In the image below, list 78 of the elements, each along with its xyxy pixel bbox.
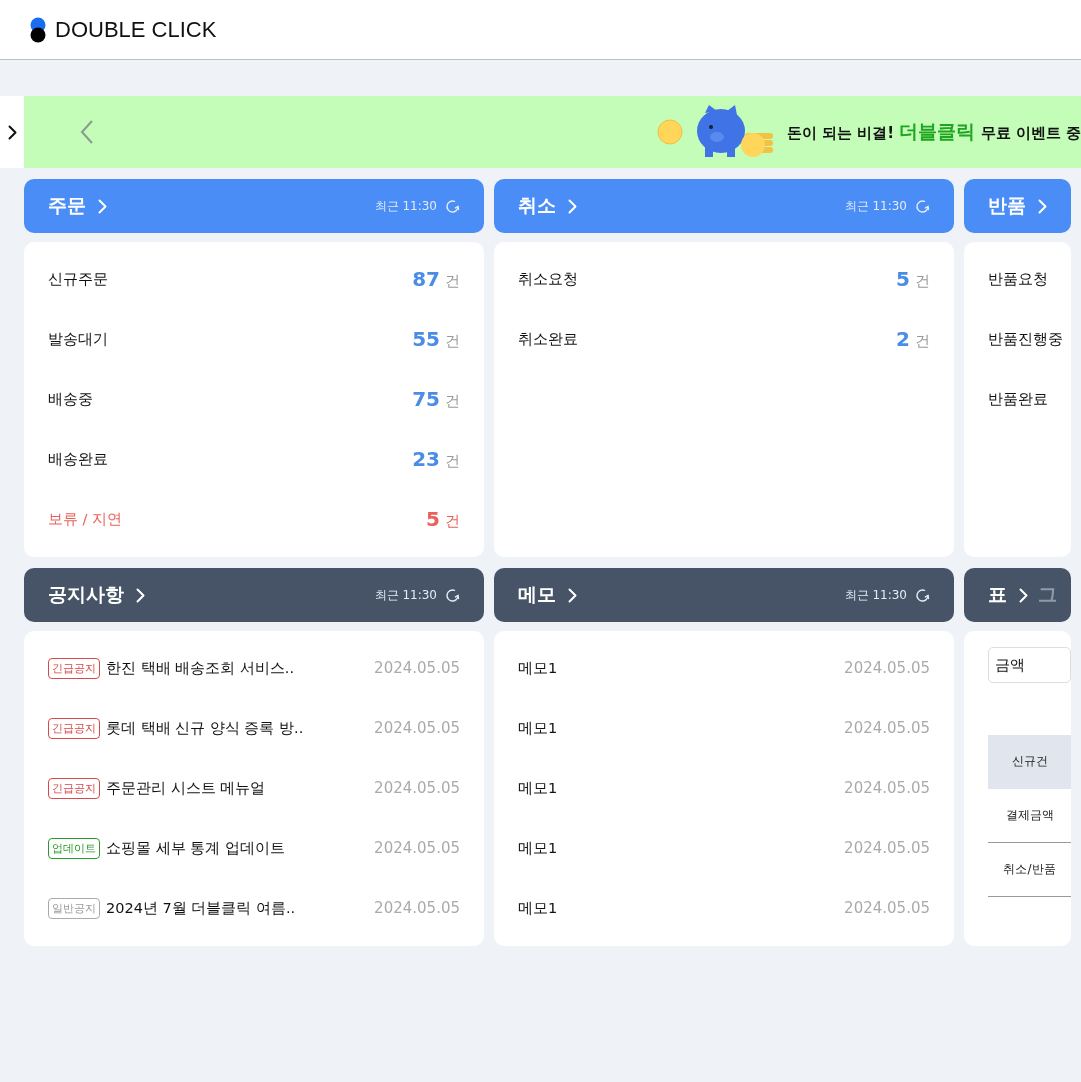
refresh-icon[interactable] (915, 198, 930, 214)
metric-select[interactable]: 금액 (988, 647, 1071, 683)
chevron-right-icon (568, 198, 577, 214)
count-value: 2 (896, 327, 910, 351)
count-value: 75 (412, 387, 440, 411)
refresh-icon[interactable] (445, 587, 460, 603)
count-unit: 건 (445, 512, 460, 531)
memo-title[interactable]: 메모1 (518, 718, 558, 738)
status-label: 반품요청 (988, 269, 1048, 289)
updated-time: 최근 11:30 (844, 197, 907, 215)
chevron-right-icon (7, 124, 17, 140)
status-label: 배송중 (48, 389, 93, 409)
memo-date: 2024.05.05 (844, 779, 930, 797)
status-label: 반품완료 (988, 389, 1048, 409)
notice-date: 2024.05.05 (374, 899, 460, 917)
chevron-right-icon (98, 198, 107, 214)
updated-time: 최근 11:30 (374, 197, 437, 215)
count-value: 87 (412, 267, 440, 291)
count-unit: 건 (445, 392, 460, 411)
memo-title[interactable]: 메모1 (518, 778, 558, 798)
notice-title[interactable]: 롯데 택배 신규 양식 증록 방.. (106, 718, 304, 738)
notice-title[interactable]: 쇼핑몰 세부 통계 업데이트 (106, 838, 285, 858)
memo-date: 2024.05.05 (844, 899, 930, 917)
sidebar-toggle[interactable] (0, 96, 24, 168)
memo-date: 2024.05.05 (844, 839, 930, 857)
count-unit: 건 (915, 332, 930, 351)
logo-icon (29, 16, 47, 43)
promo-banner[interactable]: 돈이 되는 비결! 더블클릭 무료 이벤트 중 (24, 96, 1081, 168)
updated-time: 최근 11:30 (844, 586, 907, 604)
notice-title[interactable]: 한진 택배 배송조회 서비스.. (106, 658, 295, 678)
view-tab[interactable]: 표 (988, 582, 1028, 608)
status-label: 취소요청 (518, 269, 578, 289)
notice-date: 2024.05.05 (374, 839, 460, 857)
memo-date: 2024.05.05 (844, 719, 930, 737)
table-cell-text: 결제금액 (1004, 807, 1055, 824)
count-unit: 건 (915, 272, 930, 291)
notice-tag: 긴급공지 (48, 717, 100, 739)
memo-title[interactable]: 메모1 (518, 838, 558, 858)
notice-date: 2024.05.05 (374, 719, 460, 737)
previous-button[interactable] (80, 119, 94, 145)
table-cell-text: 취소/반품 (1002, 861, 1057, 878)
banner-text: 돈이 되는 비결! 더블클릭 무료 이벤트 중 (786, 119, 1081, 144)
status-label: 신규주문 (48, 269, 108, 289)
notice-tag: 업데이트 (48, 837, 100, 859)
notice-date: 2024.05.05 (374, 659, 460, 677)
notice-title[interactable]: 2024년 7월 더블클릭 여름.. (106, 898, 296, 918)
logo-text: DOUBLE CLICK (55, 16, 217, 43)
notice-tag: 긴급공지 (48, 657, 100, 679)
count-unit: 건 (445, 332, 460, 351)
memo-title[interactable]: 메모1 (518, 898, 558, 918)
memo-date: 2024.05.05 (844, 659, 930, 677)
chevron-right-icon (568, 587, 577, 603)
memo-title[interactable]: 메모1 (518, 658, 558, 678)
refresh-icon[interactable] (445, 198, 460, 214)
count-value: 23 (412, 447, 440, 471)
chevron-right-icon (1038, 198, 1047, 214)
count-value: 5 (426, 507, 440, 531)
status-label: 취소완료 (518, 329, 578, 349)
status-label: 배송완료 (48, 449, 108, 469)
count-value: 55 (412, 327, 440, 351)
panel-title-link[interactable]: 공지사항 (48, 582, 145, 608)
refresh-icon[interactable] (915, 587, 930, 603)
chevron-right-icon (1019, 587, 1028, 603)
count-unit: 건 (445, 272, 460, 291)
count-unit: 건 (445, 452, 460, 471)
notice-tag: 일반공지 (48, 897, 100, 919)
count-value: 5 (896, 267, 910, 291)
notice-tag: 긴급공지 (48, 777, 100, 799)
table-header-cell-text: 신규건 (1010, 753, 1049, 770)
notice-date: 2024.05.05 (374, 779, 460, 797)
chevron-right-icon (136, 587, 145, 603)
status-label: 보류 / 지연 (48, 509, 123, 529)
updated-time: 최근 11:30 (374, 586, 437, 604)
status-label: 반품진행중 (988, 329, 1063, 349)
coin-icon (656, 119, 683, 145)
panel-title-link[interactable]: 메모 (518, 582, 577, 608)
notice-title[interactable]: 주문관리 시스트 메뉴얼 (106, 778, 266, 798)
status-label: 발송대기 (48, 329, 108, 349)
